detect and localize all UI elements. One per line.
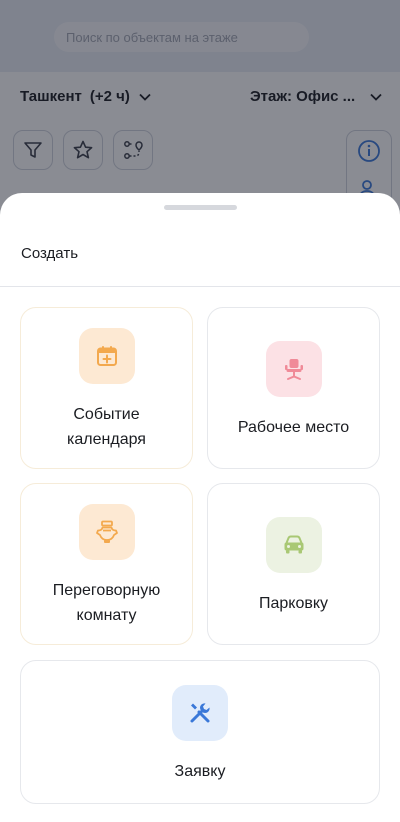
card-label: Переговорную комнату: [52, 582, 161, 624]
card-label: Событие календаря: [67, 406, 146, 448]
car-icon: [265, 517, 322, 573]
create-meeting-room-card[interactable]: Переговорную комнату: [20, 483, 193, 645]
create-parking-card[interactable]: Парковку: [207, 483, 380, 645]
card-label: Заявку: [174, 763, 226, 780]
sheet-drag-handle[interactable]: [164, 205, 237, 210]
tools-icon: [172, 685, 228, 741]
create-workplace-card[interactable]: Рабочее место: [207, 307, 380, 469]
create-bottom-sheet: Создать Событие календаря Рабочее место …: [0, 193, 400, 822]
calendar-add-icon: [78, 328, 135, 384]
card-label: Рабочее место: [237, 419, 350, 436]
sheet-title: Создать: [21, 245, 79, 262]
create-calendar-event-card[interactable]: Событие календаря: [20, 307, 193, 469]
office-chair-icon: [265, 341, 322, 397]
divider: [0, 286, 400, 287]
card-label: Парковку: [258, 595, 329, 612]
meeting-room-icon: [78, 504, 135, 560]
create-request-card[interactable]: Заявку: [20, 660, 380, 804]
